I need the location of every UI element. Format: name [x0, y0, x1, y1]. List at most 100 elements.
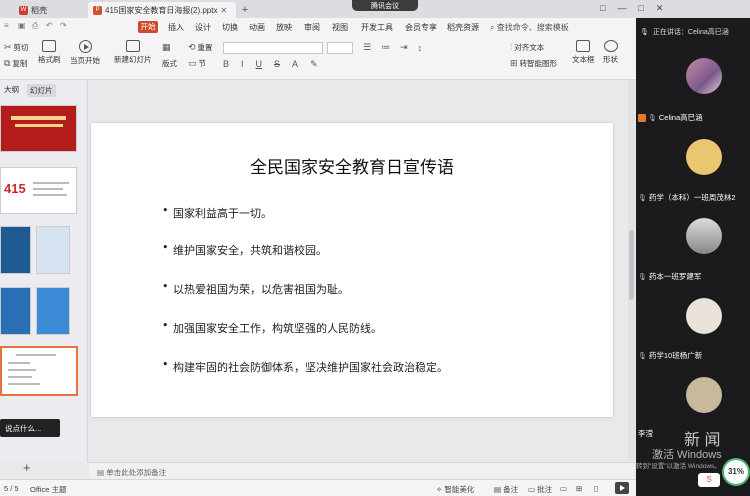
- chat-input-tooltip[interactable]: 说点什么...: [0, 419, 60, 437]
- slide-thumbnail-3b[interactable]: [36, 226, 70, 274]
- line-spacing-icon[interactable]: ↕: [418, 43, 423, 53]
- scrollbar-thumb[interactable]: [629, 230, 634, 300]
- slide-thumbnail-1[interactable]: [0, 105, 77, 152]
- maximize-icon[interactable]: □: [638, 3, 643, 13]
- slide-bullet[interactable]: 加强国家安全工作，构筑坚强的人民防线。: [162, 319, 382, 336]
- menu-docer[interactable]: 稻壳资源: [447, 22, 479, 33]
- close-window-icon[interactable]: ✕: [656, 3, 664, 14]
- menu-view[interactable]: 视图: [332, 22, 348, 33]
- sorter-view-icon[interactable]: ⊞: [576, 484, 582, 493]
- speaking-indicator: 🎙 正在讲话：Celina高巳涵: [636, 27, 750, 37]
- menu-review[interactable]: 审阅: [304, 22, 320, 33]
- participant-name-label: 药学（本科）一班周茂林2: [648, 193, 736, 202]
- format-painter-button[interactable]: 格式刷: [38, 40, 61, 65]
- start-slideshow-button[interactable]: [615, 482, 629, 494]
- participant-avatar[interactable]: [686, 377, 722, 413]
- new-tab-button[interactable]: +: [238, 2, 252, 18]
- menu-icon[interactable]: ≡: [4, 21, 9, 30]
- vertical-scrollbar[interactable]: [628, 80, 635, 462]
- slide-bullet[interactable]: 以热爱祖国为荣，以危害祖国为耻。: [162, 280, 349, 297]
- play-from-current-button[interactable]: 当页开始: [70, 40, 100, 66]
- mic-muted-icon: 🎙: [638, 352, 647, 360]
- redo-icon[interactable]: ↷: [60, 21, 67, 30]
- close-tab-icon[interactable]: ✕: [220, 6, 227, 15]
- layout-label: 版式: [162, 59, 177, 68]
- comment-button[interactable]: ▭ 批注: [528, 484, 552, 495]
- add-slide-button[interactable]: +: [23, 460, 31, 475]
- save-icon[interactable]: ▣: [18, 21, 26, 30]
- theme-name: Office 主题: [30, 485, 67, 494]
- menu-insert[interactable]: 插入: [168, 22, 184, 33]
- current-slide[interactable]: 全民国家安全教育日宣传语 国家利益高于一切。 维护国家安全，共筑和谐校园。 以热…: [91, 123, 613, 417]
- title-bar: W 稻壳 P 415国家安全教育日海报(2).pptx ✕ + 腾讯会议 □ —…: [0, 0, 750, 18]
- numbering-icon[interactable]: ≔: [381, 42, 390, 53]
- bold-button[interactable]: B: [223, 59, 229, 70]
- tab-home[interactable]: W 稻壳: [14, 2, 84, 18]
- font-name-select[interactable]: [223, 42, 323, 54]
- format-painter-label: 格式刷: [38, 55, 61, 64]
- reading-view-icon[interactable]: ▯: [594, 484, 598, 493]
- slide-title[interactable]: 全民国家安全教育日宣传语: [91, 153, 613, 178]
- layout-icon[interactable]: □: [600, 3, 605, 13]
- reset-button[interactable]: ⟲ 重置: [188, 42, 213, 53]
- convert-smartart-button[interactable]: ⊞ 转智能图形: [510, 58, 557, 69]
- slide-thumbnail-3[interactable]: [0, 226, 31, 274]
- smart-beautify-button[interactable]: ✧ 智能美化: [436, 484, 474, 495]
- print-icon[interactable]: ⎙: [32, 21, 38, 31]
- menu-start[interactable]: 开始: [138, 21, 158, 33]
- tab-slides[interactable]: 幻灯片: [27, 84, 56, 97]
- menu-design[interactable]: 设计: [195, 22, 211, 33]
- participant-avatar[interactable]: [686, 218, 722, 254]
- participant-avatar[interactable]: [686, 298, 722, 334]
- search-command[interactable]: ⌕ 查找命令、搜索模板: [490, 22, 569, 33]
- layout-button[interactable]: ▦: [162, 42, 171, 53]
- section-button[interactable]: ▭ 节: [188, 58, 206, 69]
- undo-icon[interactable]: ↶: [46, 21, 53, 30]
- mic-icon: 🎙: [640, 29, 649, 36]
- performance-badge[interactable]: 31%: [722, 458, 750, 486]
- shape-button[interactable]: 形状: [603, 40, 618, 65]
- slide-thumbnail-2[interactable]: 415: [0, 167, 77, 214]
- thumb-line: [33, 182, 69, 184]
- minimize-icon[interactable]: —: [617, 3, 626, 13]
- textbox-button[interactable]: 文本框: [572, 40, 595, 65]
- menu-developer[interactable]: 开发工具: [361, 22, 393, 33]
- slide-bullet[interactable]: 国家利益高于一切。: [162, 204, 272, 221]
- participant-name: 🎙 药学（本科）一班周茂林2: [638, 192, 736, 203]
- align-text-button[interactable]: ⫶ 对齐文本: [510, 42, 544, 53]
- notes-area[interactable]: ▤ 单击此处添加备注: [89, 462, 635, 479]
- indent-icon[interactable]: ⇥: [400, 42, 408, 53]
- slide-bullet[interactable]: 维护国家安全，共筑和谐校园。: [162, 241, 327, 258]
- underline-button[interactable]: U: [256, 59, 263, 70]
- participant-avatar[interactable]: [686, 139, 722, 175]
- menu-animation[interactable]: 动画: [249, 22, 265, 33]
- normal-view-icon[interactable]: ▭: [560, 484, 567, 493]
- ime-icon[interactable]: S: [698, 473, 720, 487]
- menu-member[interactable]: 会员专享: [405, 22, 437, 33]
- participant-avatar[interactable]: [686, 58, 722, 94]
- strikethrough-button[interactable]: S: [274, 59, 280, 70]
- bullets-icon[interactable]: ☰: [363, 42, 371, 53]
- thumb-line: [33, 194, 67, 196]
- notes-toggle-button[interactable]: ▤ 备注: [494, 484, 518, 495]
- menu-transition[interactable]: 切换: [222, 22, 238, 33]
- new-slide-button[interactable]: 新建幻灯片: [114, 40, 152, 65]
- tab-document[interactable]: P 415国家安全教育日海报(2).pptx ✕: [88, 2, 236, 18]
- highlight-icon[interactable]: ✎: [310, 59, 318, 70]
- meeting-indicator-label: 腾讯会议: [371, 2, 399, 10]
- tab-outline[interactable]: 大纲: [4, 84, 19, 97]
- cut-button[interactable]: ✂ 剪切: [4, 42, 29, 53]
- copy-button[interactable]: ⧉ 复制: [4, 58, 27, 69]
- slide-bullet[interactable]: 构建牢固的社会防御体系，坚决维护国家社会政治稳定。: [162, 358, 448, 375]
- smart-beautify-label: 智能美化: [444, 485, 475, 494]
- slide-thumbnail-4[interactable]: [0, 287, 31, 335]
- thumb-line: [8, 369, 36, 371]
- layout-dropdown[interactable]: 版式: [162, 58, 177, 69]
- slide-thumbnail-4b[interactable]: [36, 287, 70, 335]
- menu-slideshow[interactable]: 放映: [276, 22, 292, 33]
- meeting-indicator[interactable]: 腾讯会议: [352, 0, 418, 11]
- font-size-select[interactable]: [327, 42, 353, 54]
- slide-thumbnail-5-selected[interactable]: [0, 346, 78, 396]
- font-color-icon[interactable]: A: [292, 59, 298, 70]
- italic-button[interactable]: I: [241, 59, 244, 70]
